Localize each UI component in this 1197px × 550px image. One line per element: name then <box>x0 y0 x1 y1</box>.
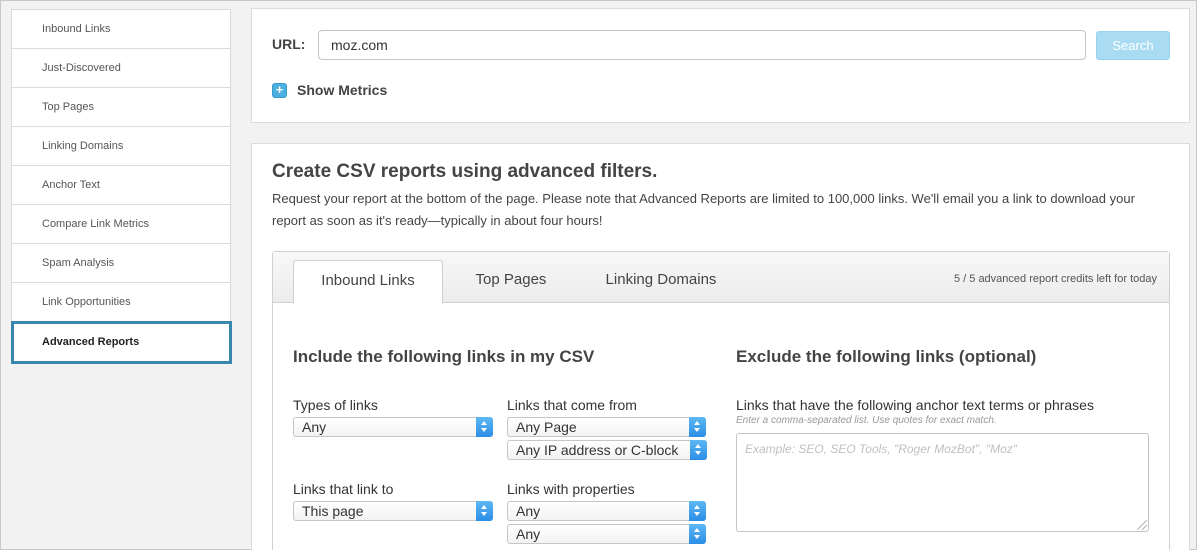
links-properties-value-1: Any <box>516 503 541 519</box>
sidebar-item-inbound-links[interactable]: Inbound Links <box>12 10 230 49</box>
select-arrows-icon <box>476 417 493 437</box>
types-of-links-value: Any <box>302 419 327 435</box>
exclude-section-title: Exclude the following links (optional) <box>736 347 1037 366</box>
anchor-text-placeholder: Example: SEO, SEO Tools, "Roger MozBot",… <box>745 442 1018 456</box>
select-arrows-icon <box>689 524 706 544</box>
show-metrics-label: Show Metrics <box>297 82 388 98</box>
sidebar-item-top-pages[interactable]: Top Pages <box>12 88 230 127</box>
sidebar-item-spam-analysis[interactable]: Spam Analysis <box>12 244 230 283</box>
select-arrows-icon <box>689 417 706 437</box>
credits-counter: 5 / 5 advanced report credits left for t… <box>953 273 1157 285</box>
page-title: Create CSV reports using advanced filter… <box>272 161 658 182</box>
page-description: Request your report at the bottom of the… <box>272 191 1135 228</box>
sidebar-item-advanced-reports[interactable]: Advanced Reports <box>11 321 232 364</box>
url-panel: URL: Search + Show Metrics <box>251 8 1190 123</box>
url-input[interactable] <box>318 30 1086 60</box>
sidebar-item-linking-domains[interactable]: Linking Domains <box>12 127 230 166</box>
tabs-bar: Inbound Links Top Pages Linking Domains … <box>273 252 1169 304</box>
tab-inbound-links[interactable]: Inbound Links <box>293 260 443 304</box>
ip-address-select[interactable]: Any IP address or C-block <box>507 440 707 460</box>
search-button[interactable]: Search <box>1096 31 1170 60</box>
url-label: URL: <box>272 36 306 52</box>
links-properties-select-1[interactable]: Any <box>507 501 706 521</box>
ip-address-value: Any IP address or C-block <box>516 442 679 458</box>
types-of-links-label: Types of links <box>293 397 378 413</box>
sidebar-nav: Inbound Links Just-Discovered Top Pages … <box>11 9 232 364</box>
select-arrows-icon <box>690 440 707 460</box>
select-arrows-icon <box>689 501 706 521</box>
sidebar-item-just-discovered[interactable]: Just-Discovered <box>12 49 230 88</box>
sidebar-item-compare-link-metrics[interactable]: Compare Link Metrics <box>12 205 230 244</box>
tab-linking-domains[interactable]: Linking Domains <box>581 260 741 303</box>
links-properties-label: Links with properties <box>507 481 635 497</box>
links-link-to-label: Links that link to <box>293 481 394 497</box>
show-metrics-toggle[interactable]: + Show Metrics <box>272 82 387 98</box>
links-link-to-select[interactable]: This page <box>293 501 493 521</box>
types-of-links-select[interactable]: Any <box>293 417 493 437</box>
links-come-from-select[interactable]: Any Page <box>507 417 706 437</box>
anchor-text-hint: Enter a comma-separated list. Use quotes… <box>736 415 997 426</box>
links-link-to-value: This page <box>302 503 364 519</box>
sidebar-item-anchor-text[interactable]: Anchor Text <box>12 166 230 205</box>
anchor-text-label: Links that have the following anchor tex… <box>736 397 1094 413</box>
links-come-from-label: Links that come from <box>507 397 637 413</box>
advanced-reports-panel: Create CSV reports using advanced filter… <box>251 143 1190 550</box>
include-section-title: Include the following links in my CSV <box>293 347 595 366</box>
plus-icon: + <box>272 82 287 98</box>
links-properties-value-2: Any <box>516 526 541 542</box>
sidebar-item-link-opportunities[interactable]: Link Opportunities <box>12 283 230 322</box>
links-come-from-value: Any Page <box>516 419 577 435</box>
links-properties-select-2[interactable]: Any <box>507 524 706 544</box>
report-tabs-container: Inbound Links Top Pages Linking Domains … <box>272 251 1170 550</box>
select-arrows-icon <box>476 501 493 521</box>
resize-handle-icon[interactable] <box>1137 520 1147 530</box>
tab-top-pages[interactable]: Top Pages <box>456 260 566 303</box>
anchor-text-input[interactable]: Example: SEO, SEO Tools, "Roger MozBot",… <box>736 433 1149 532</box>
